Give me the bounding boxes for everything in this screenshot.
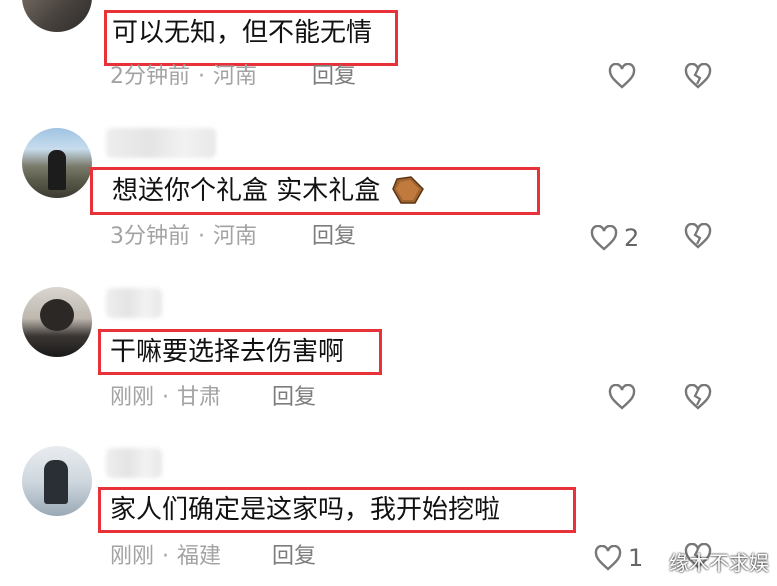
avatar-figure xyxy=(48,150,66,190)
username-blurred xyxy=(106,128,216,158)
like-button[interactable] xyxy=(608,63,636,89)
avatar[interactable] xyxy=(22,287,92,357)
dislike-button[interactable] xyxy=(684,383,712,414)
username-blurred xyxy=(106,448,162,478)
like-button[interactable] xyxy=(608,384,636,410)
broken-heart-icon xyxy=(684,222,712,249)
comment-time: 刚刚 xyxy=(110,385,155,410)
heart-outline-icon xyxy=(594,545,622,571)
watermark: 缘木不求娱 xyxy=(669,551,769,575)
meta-separator: · xyxy=(198,224,205,249)
coffin-emoji-icon xyxy=(391,176,424,204)
broken-heart-icon xyxy=(684,383,712,410)
comment-content: 想送你个礼盒 实木礼盒 xyxy=(112,174,425,208)
dislike-button[interactable] xyxy=(684,62,712,93)
comment-content: 干嘛要选择去伤害啊 xyxy=(110,337,345,367)
meta-separator: · xyxy=(162,544,170,569)
dislike-button[interactable] xyxy=(684,222,712,253)
comment-meta: 刚刚 · 福建 xyxy=(110,542,221,572)
like-button[interactable]: 1 xyxy=(594,543,643,573)
avatar[interactable] xyxy=(22,0,92,32)
heart-outline-icon xyxy=(608,384,636,410)
comment-time: 3分钟前 xyxy=(110,224,190,249)
broken-heart-icon xyxy=(684,62,712,89)
avatar-face xyxy=(40,299,74,331)
avatar[interactable] xyxy=(22,128,92,198)
comment-location: 河南 xyxy=(213,64,258,89)
like-count: 1 xyxy=(628,544,644,572)
meta-separator: · xyxy=(198,64,205,89)
comment-location: 甘肃 xyxy=(177,385,222,410)
comment-meta: 3分钟前 · 河南 xyxy=(110,222,257,252)
comment-text: 想送你个礼盒 实木礼盒 xyxy=(112,176,381,206)
reply-button[interactable]: 回复 xyxy=(272,542,316,572)
username-blurred xyxy=(106,288,162,318)
avatar[interactable] xyxy=(22,446,92,516)
comment-location: 河南 xyxy=(213,224,258,249)
heart-outline-icon xyxy=(608,63,636,89)
reply-button[interactable]: 回复 xyxy=(312,62,356,92)
comment-content: 可以无知，但不能无情 xyxy=(112,18,373,48)
like-count: 2 xyxy=(624,224,640,252)
reply-button[interactable]: 回复 xyxy=(312,222,356,252)
comment-time: 2分钟前 xyxy=(110,64,190,89)
comment-meta: 刚刚 · 甘肃 xyxy=(110,383,221,413)
meta-separator: · xyxy=(162,385,170,410)
reply-button[interactable]: 回复 xyxy=(272,383,316,413)
comment-time: 刚刚 xyxy=(110,544,155,569)
avatar-figure xyxy=(44,460,68,504)
like-button[interactable]: 2 xyxy=(590,223,639,253)
heart-outline-icon xyxy=(590,225,618,251)
comment-location: 福建 xyxy=(177,544,222,569)
comment-meta: 2分钟前 · 河南 xyxy=(110,62,257,92)
comment-content: 家人们确定是这家吗，我开始挖啦 xyxy=(110,495,501,525)
